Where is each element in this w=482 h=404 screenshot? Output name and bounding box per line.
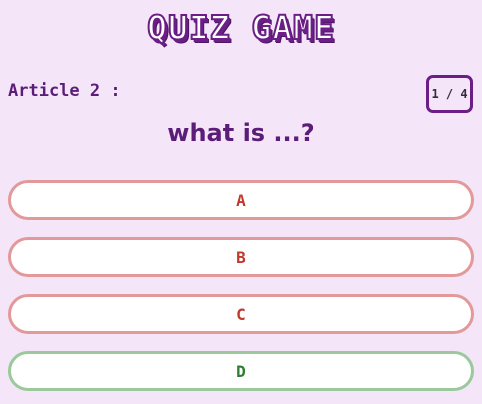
answer-button-b[interactable]: B — [8, 237, 474, 277]
answer-label: D — [236, 361, 246, 381]
answer-button-d[interactable]: D — [8, 351, 474, 391]
answer-button-a[interactable]: A — [8, 180, 474, 220]
question-text: what is ...? — [167, 119, 315, 147]
answer-button-c[interactable]: C — [8, 294, 474, 334]
article-label: Article 2 : — [8, 81, 121, 101]
answer-label: C — [236, 304, 246, 324]
answer-label: A — [236, 190, 246, 210]
answer-label: B — [236, 247, 246, 267]
question-counter-text: 1 / 4 — [431, 87, 468, 101]
question-counter: 1 / 4 — [426, 75, 473, 113]
game-title: QUIZ GAME — [146, 7, 335, 48]
